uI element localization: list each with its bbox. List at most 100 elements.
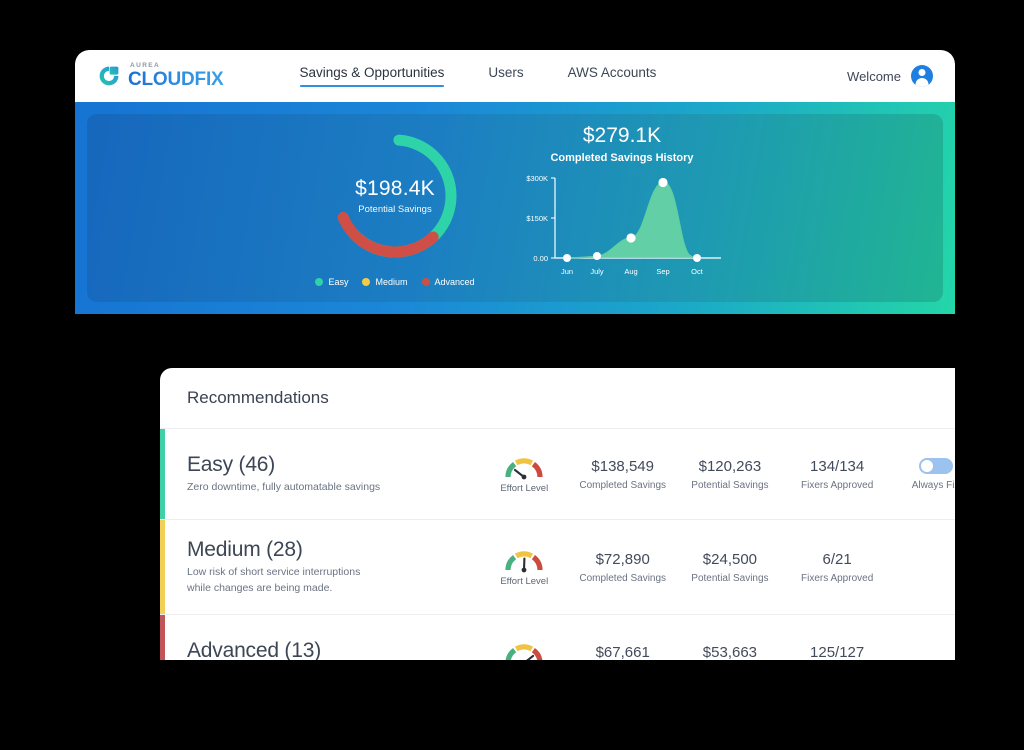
potential-savings-donut-chart: $198.4K Potential Savings Easy Medium	[315, 128, 475, 287]
area-fill	[567, 182, 697, 258]
always-fix-label: Always Fix	[891, 480, 955, 491]
row-title: Easy (46)	[187, 453, 479, 477]
metric-value: $53,663	[676, 644, 783, 661]
donut-graphic: $198.4K Potential Savings	[327, 128, 463, 264]
metric-fixers-approved: 134/134 Fixers Approved	[784, 458, 891, 491]
recommendations-header: Recommendations	[160, 368, 955, 429]
metric-value: $72,890	[569, 551, 676, 568]
legend-label-medium: Medium	[375, 277, 407, 287]
legend-dot-medium	[362, 278, 370, 286]
welcome-label: Welcome	[847, 69, 901, 84]
legend-dot-advanced	[422, 278, 430, 286]
metric-value: $24,500	[676, 551, 783, 568]
gauge-icon	[504, 455, 544, 481]
metric-fixers-approved: 6/21 Fixers Approved	[784, 551, 891, 584]
metric-label: Completed Savings	[569, 573, 676, 584]
metric-potential-savings: $24,500 Potential Savings	[676, 551, 783, 584]
area-chart-svg: $300K $150K 0.00 Jun J	[507, 170, 737, 282]
xtick-oct: Oct	[691, 267, 704, 276]
summary-card: $198.4K Potential Savings Easy Medium	[87, 114, 943, 302]
metric-label: Potential Savings	[676, 480, 783, 491]
legend-item-easy: Easy	[315, 277, 348, 287]
xtick-aug: Aug	[624, 267, 637, 276]
xtick-sep: Sep	[656, 267, 669, 276]
gauge-label: Effort Level	[500, 483, 548, 494]
user-avatar-icon[interactable]	[911, 65, 933, 87]
metric-potential-savings: $53,663 Potential Savings	[676, 644, 783, 661]
ytick-150k: $150K	[526, 214, 548, 223]
recommendations-panel: Recommendations Easy (46) Zero downtime,…	[160, 368, 955, 660]
metric-label: Fixers Approved	[784, 573, 891, 584]
effort-level-gauge: Effort Level	[479, 641, 569, 661]
completed-savings-amount: $279.1K	[497, 124, 747, 148]
metric-value: $138,549	[569, 458, 676, 475]
metric-value: $120,263	[676, 458, 783, 475]
potential-savings-amount: $198.4K	[355, 177, 435, 201]
row-accent-bar	[160, 520, 165, 614]
row-description: Zero downtime, fully automatable savings	[187, 480, 479, 495]
metric-value: 6/21	[784, 551, 891, 568]
nav-item-savings-opportunities[interactable]: Savings & Opportunities	[300, 65, 445, 87]
recommendation-row-easy[interactable]: Easy (46) Zero downtime, fully automatab…	[160, 429, 955, 520]
metric-potential-savings: $120,263 Potential Savings	[676, 458, 783, 491]
row-info: Advanced (13) Requires downtime in maint…	[187, 639, 479, 660]
metric-completed-savings: $72,890 Completed Savings	[569, 551, 676, 584]
row-info: Easy (46) Zero downtime, fully automatab…	[187, 453, 479, 495]
effort-level-gauge: Effort Level	[479, 455, 569, 494]
cloudfix-logo-icon	[98, 65, 120, 87]
metric-completed-savings: $138,549 Completed Savings	[569, 458, 676, 491]
row-accent-bar	[160, 615, 165, 660]
gauge-icon	[504, 548, 544, 574]
completed-savings-title: Completed Savings History	[497, 152, 747, 164]
row-description: Low risk of short service interruptions …	[187, 565, 387, 595]
brand-logo[interactable]: AUREA CLOUDFIX	[98, 63, 224, 90]
metric-value: $67,661	[569, 644, 676, 661]
gauge-icon	[504, 641, 544, 661]
screenshot-root: AUREA CLOUDFIX Savings & Opportunities U…	[0, 0, 1024, 750]
ytick-0: 0.00	[533, 254, 548, 263]
ytick-300k: $300K	[526, 174, 548, 183]
nav-item-aws-accounts[interactable]: AWS Accounts	[568, 65, 657, 87]
legend-label-advanced: Advanced	[435, 277, 475, 287]
legend-dot-easy	[315, 278, 323, 286]
point-aug	[626, 233, 635, 242]
metric-label: Completed Savings	[569, 480, 676, 491]
summary-banner: $198.4K Potential Savings Easy Medium	[75, 102, 955, 314]
completed-savings-history-chart: $279.1K Completed Savings History $300K …	[497, 124, 747, 287]
always-fix-toggle-column: Always Fix	[891, 458, 955, 491]
gauge-label: Effort Level	[500, 576, 548, 587]
donut-legend: Easy Medium Advanced	[315, 277, 475, 287]
main-nav: Savings & Opportunities Users AWS Accoun…	[300, 65, 657, 87]
point-oct	[693, 254, 701, 262]
legend-item-advanced: Advanced	[422, 277, 475, 287]
potential-savings-caption: Potential Savings	[358, 204, 431, 215]
point-july	[593, 252, 601, 260]
metric-label: Fixers Approved	[784, 480, 891, 491]
row-title: Advanced (13)	[187, 639, 479, 660]
legend-item-medium: Medium	[362, 277, 407, 287]
account-menu[interactable]: Welcome	[847, 65, 933, 87]
row-accent-bar	[160, 429, 165, 519]
metric-label: Potential Savings	[676, 573, 783, 584]
recommendation-row-advanced[interactable]: Advanced (13) Requires downtime in maint…	[160, 615, 955, 660]
metric-value: 134/134	[784, 458, 891, 475]
app-window: AUREA CLOUDFIX Savings & Opportunities U…	[75, 50, 955, 660]
point-sep	[658, 178, 667, 187]
always-fix-toggle[interactable]	[919, 458, 953, 474]
page-title: Recommendations	[187, 388, 329, 408]
donut-center-label: $198.4K Potential Savings	[327, 128, 463, 264]
legend-label-easy: Easy	[328, 277, 348, 287]
app-header: AUREA CLOUDFIX Savings & Opportunities U…	[75, 50, 955, 102]
point-jun	[563, 254, 571, 262]
nav-item-users[interactable]: Users	[488, 65, 523, 87]
metric-value: 125/127	[784, 644, 891, 661]
metric-completed-savings: $67,661 Completed Savings	[569, 644, 676, 661]
row-title: Medium (28)	[187, 538, 479, 562]
row-info: Medium (28) Low risk of short service in…	[187, 538, 479, 595]
effort-level-gauge: Effort Level	[479, 548, 569, 587]
xtick-july: July	[590, 267, 604, 276]
metric-fixers-approved: 125/127 Fixers Approved	[784, 644, 891, 661]
recommendation-row-medium[interactable]: Medium (28) Low risk of short service in…	[160, 520, 955, 615]
xtick-jun: Jun	[561, 267, 573, 276]
logo-title: CLOUDFIX	[128, 70, 224, 89]
